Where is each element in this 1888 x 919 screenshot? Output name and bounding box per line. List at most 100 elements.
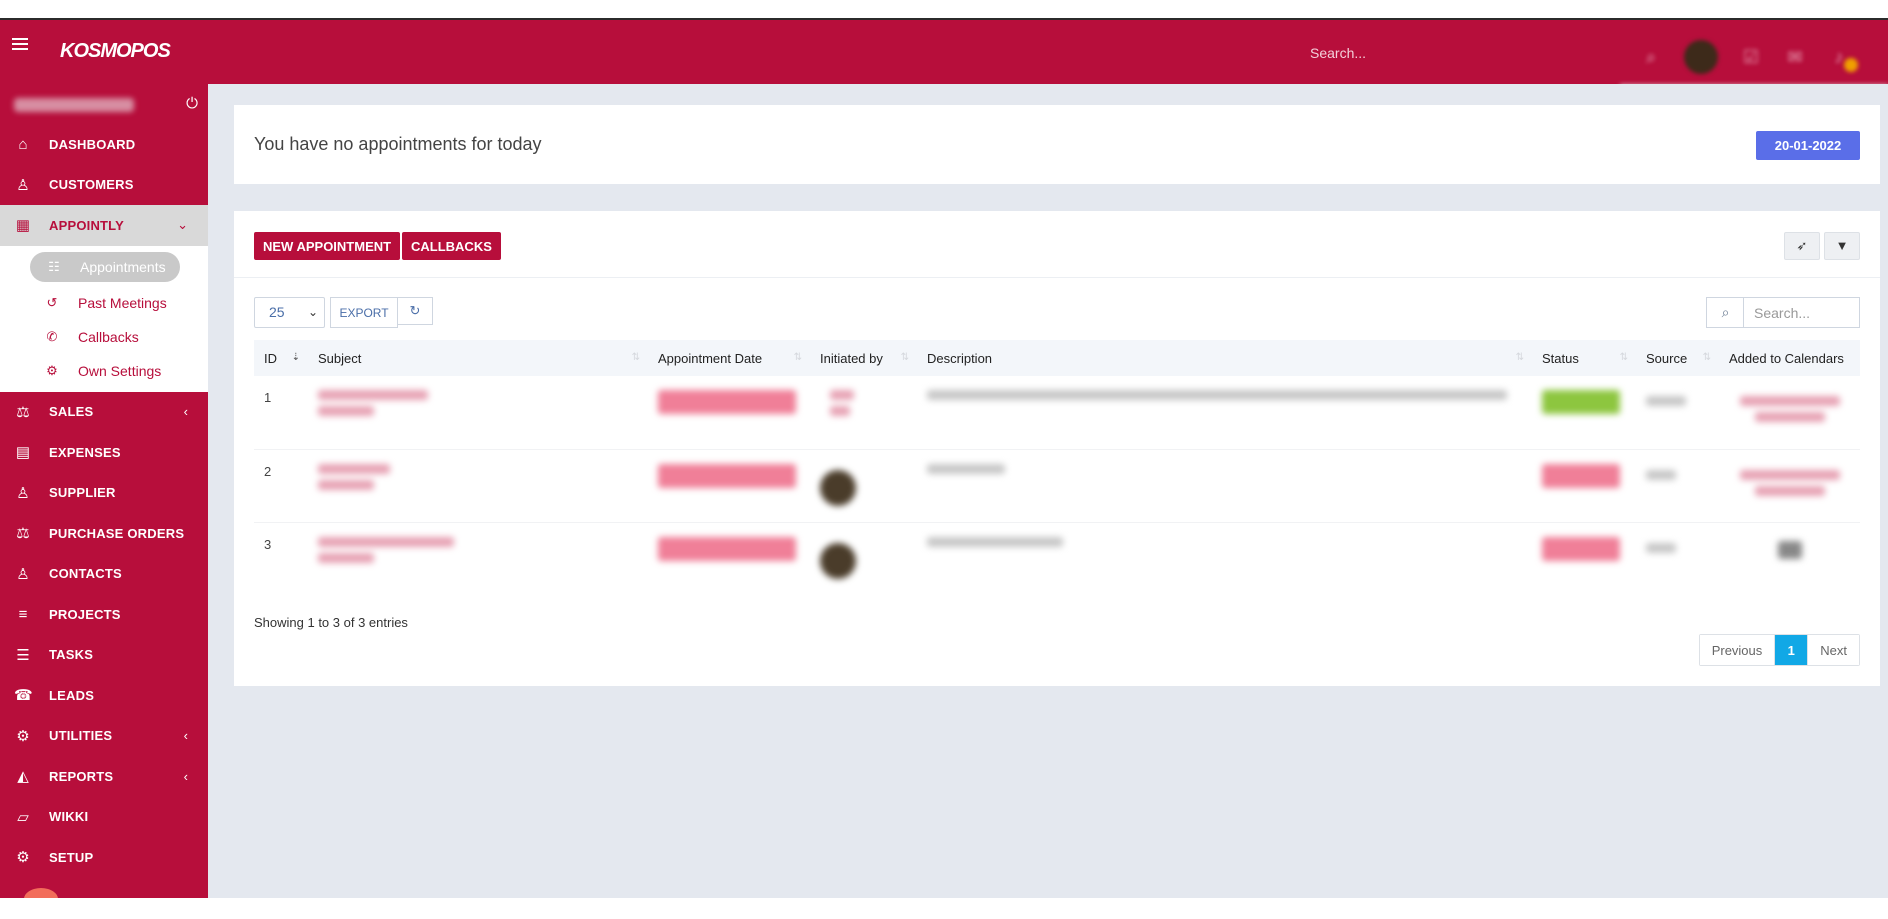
checklist-icon[interactable]: ☑ (1740, 46, 1762, 68)
cell-subject-blurred[interactable] (308, 449, 648, 522)
callbacks-button[interactable]: CALLBACKS (402, 232, 501, 260)
table-row[interactable]: 2 (254, 449, 1860, 522)
table-search-input[interactable] (1743, 297, 1860, 328)
sidebar-item-label: LEADS (49, 687, 95, 703)
sidebar-item-label: APPOINTLY (49, 217, 125, 233)
appointly-submenu: ☷ Appointments ↺ Past Meetings ✆ Callbac… (0, 245, 208, 392)
sidebar-item-utilities[interactable]: ⚙ UTILITIES ‹ (0, 716, 208, 757)
cell-initiated-blurred (810, 376, 917, 449)
cell-source-blurred (1636, 376, 1719, 449)
chevron-down-icon: ⌄ (177, 217, 188, 233)
cell-initiated-blurred (810, 522, 917, 595)
column-header-added-to-calendars[interactable]: Added to Calendars (1719, 340, 1860, 376)
page-size-select[interactable]: 25 ⌄ (254, 297, 325, 328)
avatar[interactable] (1684, 40, 1718, 74)
column-header-status[interactable]: Status ⇅ (1532, 340, 1636, 376)
cell-id: 3 (264, 536, 272, 552)
sidebar-item-label: SUPPLIER (49, 485, 116, 501)
bars-icon: ≡ (18, 605, 28, 623)
cell-date-blurred (648, 376, 810, 449)
rocket-icon[interactable]: ➶ (1784, 232, 1820, 260)
cell-source-blurred (1636, 522, 1719, 595)
next-page-button[interactable]: Next (1807, 635, 1859, 665)
submenu-item-callbacks[interactable]: ✆ Callbacks (0, 320, 208, 354)
sidebar-item-leads[interactable]: ☎ LEADS (0, 675, 208, 716)
column-header-description[interactable]: Description ⇅ (917, 340, 1532, 376)
hamburger-menu-icon[interactable] (12, 38, 28, 52)
chevron-left-icon: ‹ (183, 768, 188, 784)
date-button[interactable]: 20-01-2022 (1756, 131, 1860, 160)
cell-subject-blurred[interactable] (308, 376, 648, 449)
export-button[interactable]: EXPORT (330, 297, 398, 328)
sidebar-item-projects[interactable]: ≡ PROJECTS (0, 594, 208, 635)
user-icon: ♙ (16, 565, 30, 583)
table-row[interactable]: 1 (254, 376, 1860, 449)
cell-date-blurred (648, 522, 810, 595)
column-header-source[interactable]: Source ⇅ (1636, 340, 1719, 376)
history-icon: ↺ (46, 294, 58, 310)
sidebar-item-label: REPORTS (49, 768, 114, 784)
header-search-input[interactable] (1310, 38, 1590, 68)
new-appointment-button[interactable]: NEW APPOINTMENT (254, 232, 401, 260)
column-header-appointment-date[interactable]: Appointment Date ⇅ (648, 340, 810, 376)
table-controls: 25 ⌄ EXPORT ↻ ⌕ (254, 297, 1860, 329)
tasks-icon: ☰ (16, 646, 30, 664)
calendar-icon: ▦ (15, 217, 31, 235)
pagination: Previous 1 Next (1698, 634, 1860, 666)
sidebar-item-label: SALES (49, 404, 94, 420)
refresh-icon[interactable]: ↻ (397, 297, 433, 325)
chat-icon[interactable]: ✉ (1784, 46, 1806, 68)
sidebar-user: ⏻ (0, 84, 208, 124)
logo[interactable]: KOSMOPOS (60, 40, 171, 63)
submenu-item-label: Past Meetings (78, 294, 167, 311)
submenu-item-past-meetings[interactable]: ↺ Past Meetings (0, 286, 208, 320)
sidebar-item-tasks[interactable]: ☰ TASKS (0, 635, 208, 676)
logo-text: KOSMOPOS (60, 40, 171, 62)
user-icon: ♙ (16, 176, 30, 194)
sidebar-item-label: SETUP (49, 849, 94, 865)
table-row[interactable]: 3 (254, 522, 1860, 595)
sidebar-item-dashboard[interactable]: ⌂ DASHBOARD (0, 124, 208, 165)
appointments-toolbar: NEW APPOINTMENT CALLBACKS ➶ ▼ (234, 211, 1880, 278)
previous-page-button[interactable]: Previous (1699, 635, 1776, 665)
sidebar-item-label: UTILITIES (49, 728, 113, 744)
sidebar-item-purchase-orders[interactable]: ⚖ PURCHASE ORDERS (0, 513, 208, 554)
column-header-id[interactable]: ID ⇣ (254, 340, 308, 376)
column-header-initiated-by[interactable]: Initiated by ⇅ (810, 340, 917, 376)
gear-icon: ⚙ (16, 849, 30, 867)
submenu-item-label: Appointments (80, 258, 166, 275)
area-chart-icon: ◭ (17, 768, 29, 786)
page-1-button[interactable]: 1 (1775, 635, 1808, 665)
cell-initiated-blurred (810, 449, 917, 522)
sidebar-item-wikki[interactable]: ▱ WIKKI (0, 797, 208, 838)
appointments-card: NEW APPOINTMENT CALLBACKS ➶ ▼ 25 ⌄ EXPOR… (234, 211, 1880, 686)
submenu-item-appointments[interactable]: ☷ Appointments (30, 251, 180, 282)
submenu-item-own-settings[interactable]: ⚙ Own Settings (0, 354, 208, 388)
balance-icon: ⚖ (16, 525, 30, 543)
no-appointments-message: You have no appointments for today (254, 134, 542, 154)
sidebar-item-setup[interactable]: ⚙ SETUP (0, 837, 208, 878)
today-card: You have no appointments for today 20-01… (234, 105, 1880, 184)
cell-calendars-blurred (1719, 449, 1860, 522)
phone-icon: ☎ (14, 687, 33, 705)
sidebar-item-customers[interactable]: ♙ CUSTOMERS (0, 165, 208, 206)
sort-icon: ⇅ (1515, 352, 1524, 363)
main-content: You have no appointments for today 20-01… (208, 84, 1888, 898)
submenu-item-label: Callbacks (78, 328, 139, 345)
sidebar-item-sales[interactable]: ⚖ SALES ‹ (0, 392, 208, 433)
cell-calendars-blurred (1719, 376, 1860, 449)
page-bottom-blank (0, 898, 1888, 919)
sidebar-item-reports[interactable]: ◭ REPORTS ‹ (0, 756, 208, 797)
cell-subject-blurred[interactable] (308, 522, 648, 595)
power-icon[interactable]: ⏻ (186, 95, 198, 112)
sidebar-item-supplier[interactable]: ♙ SUPPLIER (0, 473, 208, 514)
sidebar-item-appointly[interactable]: ▦ APPOINTLY ⌄ (0, 205, 208, 246)
sidebar-item-contacts[interactable]: ♙ CONTACTS (0, 554, 208, 595)
cell-description-blurred (917, 522, 1532, 595)
search-icon[interactable]: ⌕ (1640, 46, 1662, 68)
column-header-subject[interactable]: Subject ⇅ (308, 340, 648, 376)
sidebar-item-label: TASKS (49, 647, 94, 663)
filter-icon[interactable]: ▼ (1824, 232, 1860, 260)
appointments-table: ID ⇣ Subject ⇅ Appointment Date ⇅ Initiated… (254, 340, 1860, 595)
sidebar-item-expenses[interactable]: ▤ EXPENSES (0, 432, 208, 473)
